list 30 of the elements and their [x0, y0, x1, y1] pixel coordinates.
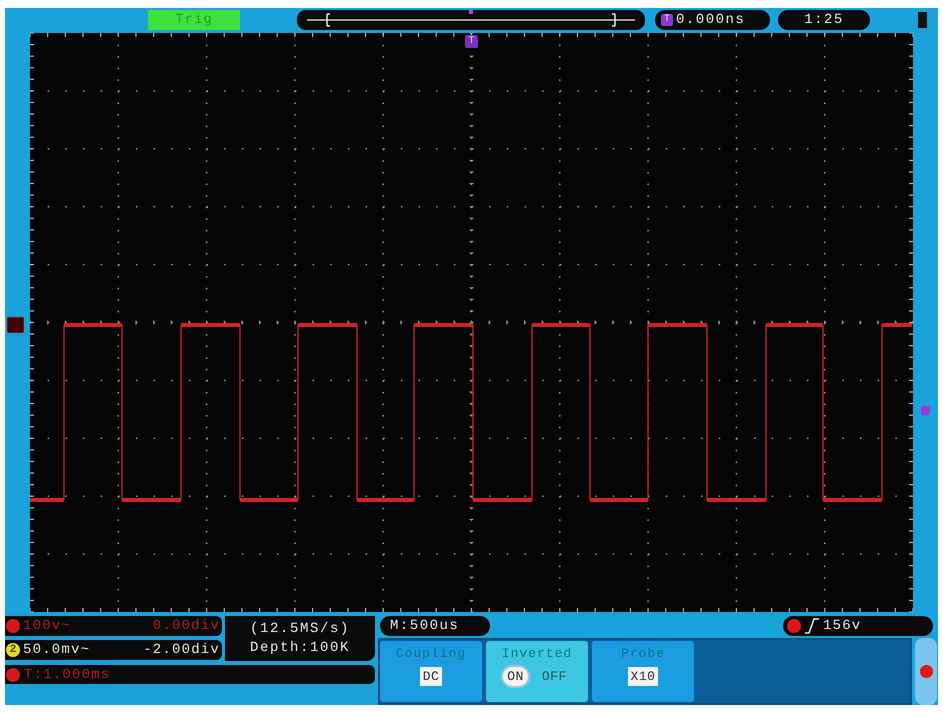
softkey-value: X10	[628, 667, 658, 686]
clock-display: 1:25	[778, 10, 870, 30]
toggle-option[interactable]: OFF	[538, 667, 571, 686]
dot-icon	[920, 665, 932, 678]
trigger-level-text: 156v	[823, 618, 862, 634]
channel-scale-text: 50.0mv~	[23, 642, 90, 658]
trigger-time-text: T:1.000ms	[24, 666, 110, 682]
trigger-marker: T	[465, 35, 478, 48]
trigger-status: Trig	[148, 10, 240, 30]
softkey-value: DC	[420, 667, 442, 686]
status-indicator-icon	[918, 12, 927, 28]
trigger-dot-icon	[6, 668, 20, 682]
trigger-marker: T	[661, 14, 673, 26]
channel-indicator: 2	[6, 643, 20, 657]
channel-position-text: -2.00div	[143, 642, 221, 658]
menu-page-button[interactable]	[915, 638, 937, 705]
rising-edge-icon	[805, 618, 819, 634]
channel-scale-text: 100v~	[23, 618, 72, 634]
channel-position-text: 0.00div	[152, 618, 221, 634]
sample-rate-text: (12.5MS/s)	[250, 621, 350, 637]
toggle-option[interactable]: ON	[503, 667, 528, 686]
trigger-level-marker-icon	[921, 406, 930, 415]
trigger-source-dot-icon	[787, 619, 801, 633]
menu-softkey[interactable]: Coupling DC	[380, 641, 482, 702]
channel-marker-icon	[7, 317, 24, 333]
memory-depth-text: Depth:100K	[250, 640, 350, 656]
time-offset-value: 0.000ns	[676, 12, 746, 28]
menu-softkey[interactable]: Inverted ON OFF	[486, 641, 588, 702]
timebase-readout: M:500us	[380, 616, 490, 636]
menu-softkey[interactable]: Probe X10	[592, 641, 694, 702]
